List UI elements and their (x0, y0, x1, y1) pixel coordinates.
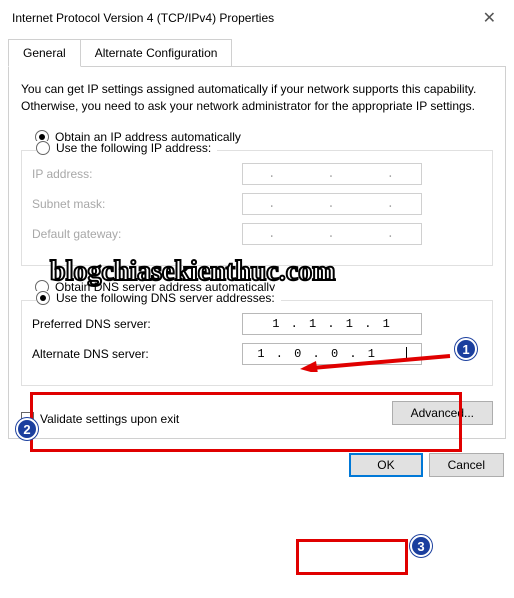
alternate-dns-input[interactable]: 1 . 0 . 0 . 1 (242, 343, 422, 365)
ip-address-label: IP address: (32, 167, 242, 181)
radio-dns-manual[interactable]: Use the following DNS server addresses: (36, 291, 281, 305)
radio-icon (36, 141, 50, 155)
close-icon[interactable]: ✕ (477, 8, 502, 28)
alternate-dns-label: Alternate DNS server: (32, 347, 242, 361)
row-alternate-dns: Alternate DNS server: 1 . 0 . 0 . 1 (32, 343, 482, 365)
radio-ip-manual[interactable]: Use the following IP address: (36, 141, 217, 155)
preferred-dns-label: Preferred DNS server: (32, 317, 242, 331)
validate-checkbox[interactable]: Validate settings upon exit (21, 412, 179, 426)
validate-label: Validate settings upon exit (40, 412, 179, 426)
gateway-label: Default gateway: (32, 227, 242, 241)
tab-alternate[interactable]: Alternate Configuration (80, 39, 233, 66)
dns-group: Use the following DNS server addresses: … (21, 300, 493, 386)
annotation-badge-2: 2 (16, 418, 38, 440)
ok-button[interactable]: OK (349, 453, 422, 477)
tab-strip: General Alternate Configuration (8, 38, 506, 67)
hint-text: You can get IP settings assigned automat… (21, 81, 493, 116)
window-title: Internet Protocol Version 4 (TCP/IPv4) P… (12, 11, 274, 25)
general-pane: You can get IP settings assigned automat… (8, 67, 506, 439)
preferred-dns-input[interactable]: 1 . 1 . 1 . 1 (242, 313, 422, 335)
gateway-input: ... (242, 223, 422, 245)
annotation-badge-3: 3 (410, 535, 432, 557)
row-ip-address: IP address: ... (32, 163, 482, 185)
cancel-button[interactable]: Cancel (429, 453, 504, 477)
annotation-box-ok (296, 539, 408, 575)
radio-ip-manual-label: Use the following IP address: (56, 141, 211, 155)
row-subnet: Subnet mask: ... (32, 193, 482, 215)
radio-icon (36, 291, 50, 305)
ip-group: Use the following IP address: IP address… (21, 150, 493, 266)
row-gateway: Default gateway: ... (32, 223, 482, 245)
annotation-badge-1: 1 (455, 338, 477, 360)
advanced-button[interactable]: Advanced... (392, 401, 493, 425)
radio-dns-manual-label: Use the following DNS server addresses: (56, 291, 275, 305)
row-preferred-dns: Preferred DNS server: 1 . 1 . 1 . 1 (32, 313, 482, 335)
ip-address-input: ... (242, 163, 422, 185)
tab-general[interactable]: General (8, 39, 81, 67)
subnet-input: ... (242, 193, 422, 215)
subnet-label: Subnet mask: (32, 197, 242, 211)
